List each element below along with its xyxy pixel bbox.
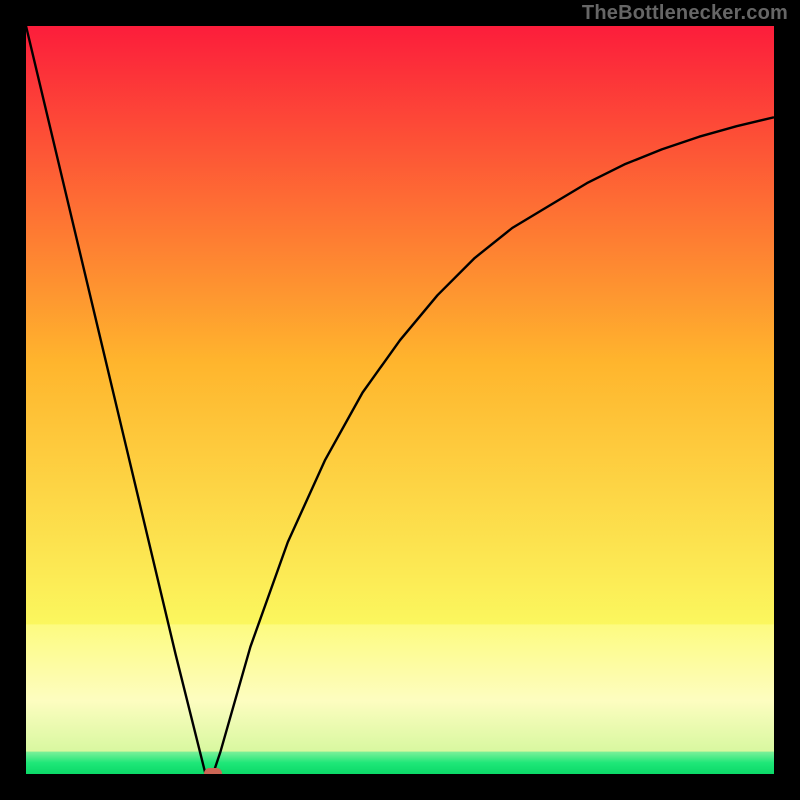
plot-area [26, 26, 774, 774]
transition-band [26, 624, 774, 751]
optimal-marker [204, 768, 222, 774]
chart-frame: TheBottlenecker.com [0, 0, 800, 800]
attribution-text: TheBottlenecker.com [582, 2, 788, 25]
optimal-band [26, 752, 774, 774]
bottleneck-chart [26, 26, 774, 774]
